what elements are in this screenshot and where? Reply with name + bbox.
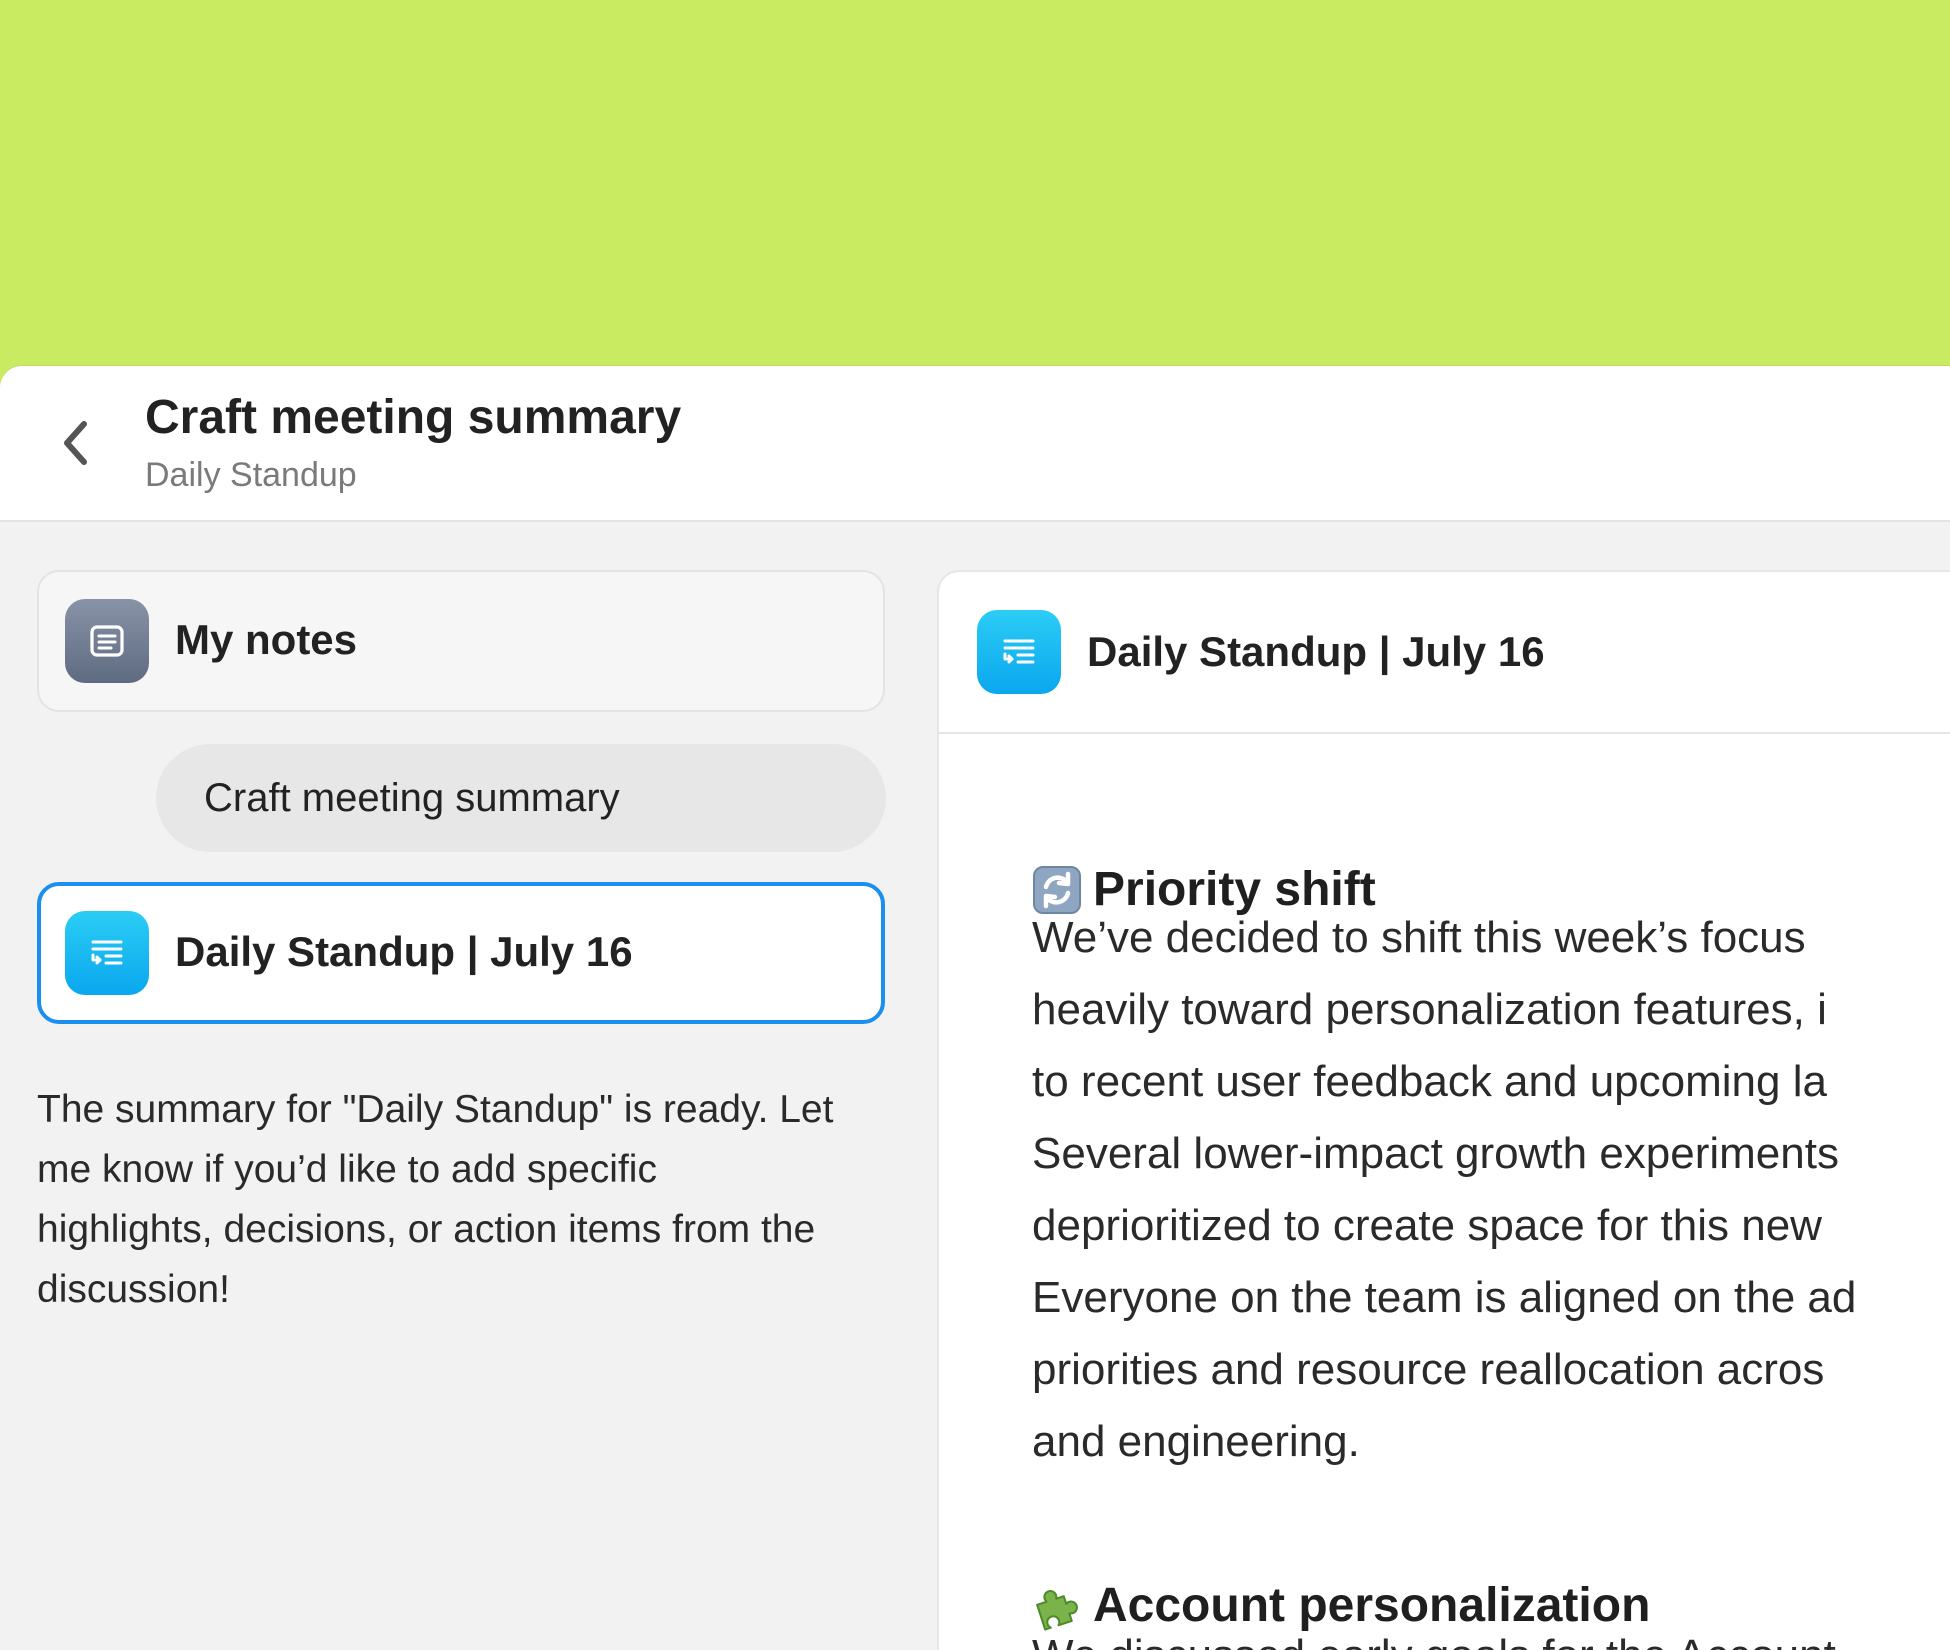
- backdrop: [0, 0, 1950, 366]
- section-line: Everyone on the team is aligned on the a…: [1032, 1273, 1857, 1322]
- section-line: priorities and resource reallocation acr…: [1032, 1345, 1825, 1394]
- section-line: to recent user feedback and upcoming la: [1032, 1057, 1827, 1106]
- section-line: We’ve decided to shift this week’s focus: [1032, 913, 1806, 962]
- summary-doc-icon: [977, 610, 1061, 694]
- app-window: Craft meeting summary Daily Standup My n…: [0, 366, 1950, 1650]
- chevron-left-icon: [64, 421, 87, 465]
- user-message-bubble: Craft meeting summary: [156, 744, 886, 852]
- assistant-message: The summary for "Daily Standup" is ready…: [37, 1088, 834, 1311]
- section-body-priority-shift: We’ve decided to shift this week’s focus…: [1032, 902, 1856, 1478]
- section-line: Several lower-impact growth experiments: [1032, 1129, 1839, 1178]
- selected-document-card[interactable]: Daily Standup | July 16: [37, 882, 885, 1024]
- note-icon: [65, 599, 149, 683]
- section-line: We discussed early goals for the Account: [1032, 1620, 1836, 1650]
- page-title: Craft meeting summary: [145, 391, 682, 444]
- top-bar: Craft meeting summary Daily Standup: [0, 366, 1950, 522]
- my-notes-card[interactable]: My notes: [37, 570, 885, 712]
- my-notes-label: My notes: [175, 616, 358, 663]
- back-button[interactable]: [44, 412, 106, 474]
- section-line: deprioritized to create space for this n…: [1032, 1201, 1822, 1250]
- section-body-account-personalization: We discussed early goals for the Account: [1032, 1620, 1836, 1650]
- page-subtitle: Daily Standup: [145, 456, 357, 494]
- section-line: and engineering.: [1032, 1417, 1360, 1466]
- document-header: Daily Standup | July 16: [939, 572, 1950, 734]
- document-title: Daily Standup | July 16: [1087, 628, 1545, 675]
- document-panel: Daily Standup | July 16 Priority shift W…: [937, 570, 1950, 1650]
- selected-document-label: Daily Standup | July 16: [175, 928, 633, 975]
- section-line: heavily toward personalization features,…: [1032, 985, 1827, 1034]
- summary-doc-icon: [65, 911, 149, 995]
